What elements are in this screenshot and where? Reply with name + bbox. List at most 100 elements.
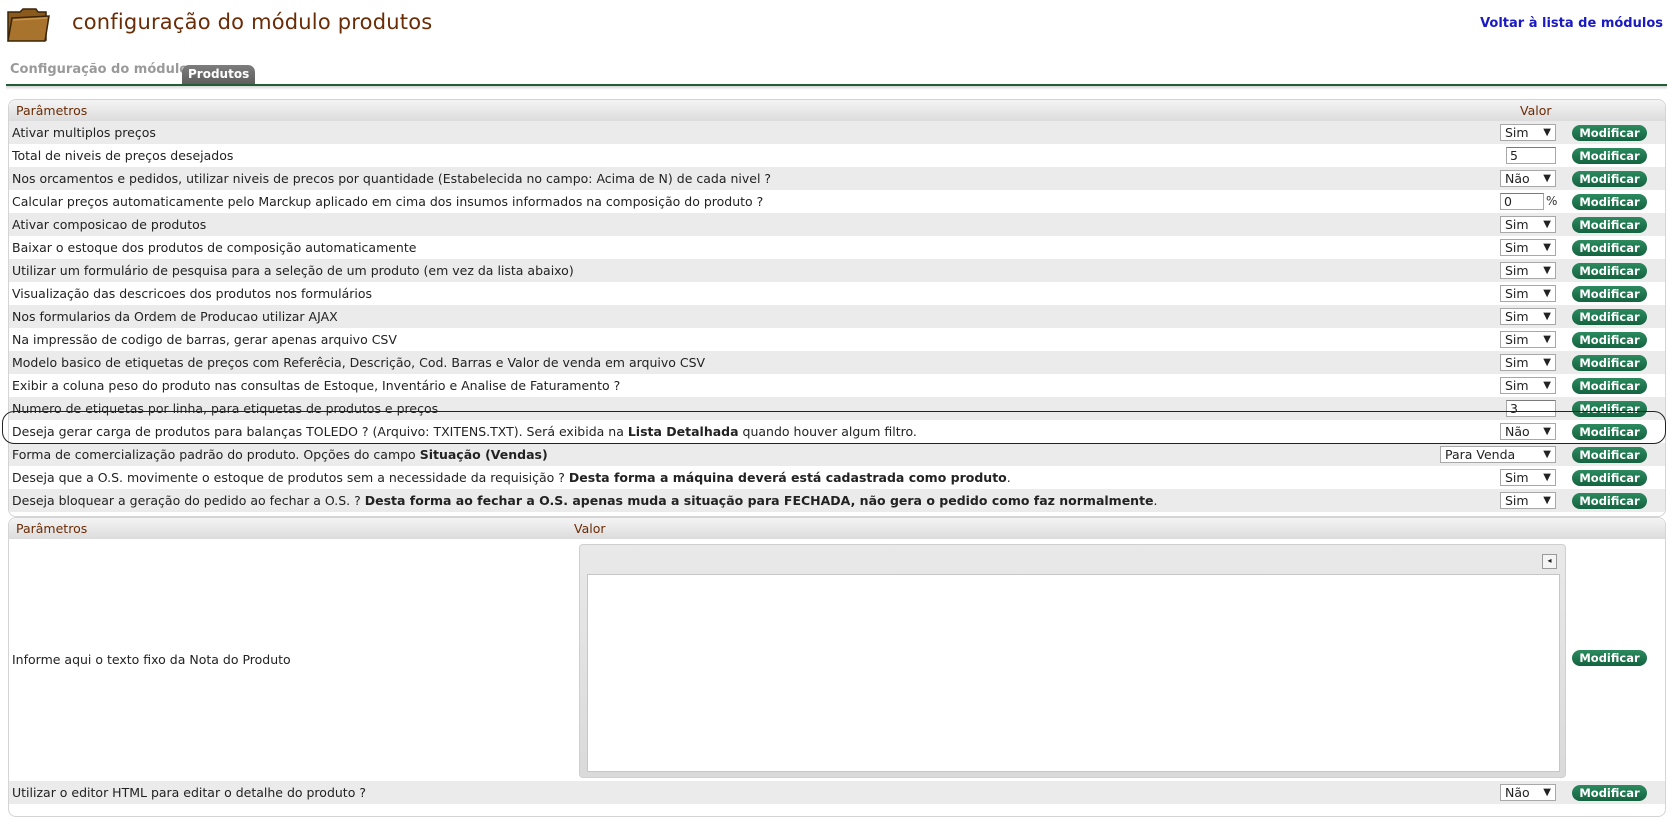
- row-label: Informe aqui o texto fixo da Nota do Pro…: [12, 652, 291, 667]
- table-row-nota-produto: Informe aqui o texto fixo da Nota do Pro…: [9, 539, 1665, 781]
- table-row: Baixar o estoque dos produtos de composi…: [9, 236, 1665, 259]
- column-header-parametros: Parâmetros: [16, 521, 88, 536]
- modify-button[interactable]: Modificar: [1572, 401, 1647, 417]
- row-label: Baixar o estoque dos produtos de composi…: [12, 240, 417, 255]
- page-title: configuração do módulo produtos: [72, 10, 433, 34]
- panel-footer: [9, 804, 1665, 816]
- value-input[interactable]: 3: [1506, 400, 1556, 417]
- value-select[interactable]: Sim ▼: [1500, 377, 1556, 394]
- row-label: Forma de comercialização padrão do produ…: [12, 447, 548, 462]
- table-row: Ativar multiplos preços Sim ▼ Modificar: [9, 121, 1665, 144]
- row-label: Deseja gerar carga de produtos para bala…: [12, 424, 917, 439]
- table-row: Deseja que a O.S. movimente o estoque de…: [9, 466, 1665, 489]
- modify-button[interactable]: Modificar: [1572, 332, 1647, 348]
- value-select[interactable]: Não ▼: [1500, 423, 1556, 440]
- chevron-down-icon: ▼: [1543, 219, 1551, 230]
- value-select[interactable]: Não ▼: [1500, 170, 1556, 187]
- table-row-editor-html: Utilizar o editor HTML para editar o det…: [9, 781, 1665, 804]
- table-row: Visualização das descricoes dos produtos…: [9, 282, 1665, 305]
- value-select[interactable]: Para Venda ▼: [1440, 446, 1556, 463]
- row-label: Nos orcamentos e pedidos, utilizar nivei…: [12, 171, 772, 186]
- row-label: Exibir a coluna peso do produto nas cons…: [12, 378, 621, 393]
- table-row: Nos formularios da Ordem de Producao uti…: [9, 305, 1665, 328]
- table-row: Modelo basico de etiquetas de preços com…: [9, 351, 1665, 374]
- row-label: Calcular preços automaticamente pelo Mar…: [12, 194, 764, 209]
- back-to-modules-link[interactable]: Voltar à lista de módulos: [1480, 16, 1663, 31]
- modify-button[interactable]: Modificar: [1572, 785, 1647, 801]
- table-row: Calcular preços automaticamente pelo Mar…: [9, 190, 1665, 213]
- modify-button[interactable]: Modificar: [1572, 447, 1647, 463]
- row-label: Visualização das descricoes dos produtos…: [12, 286, 372, 301]
- rich-text-editor: ◂: [579, 544, 1566, 778]
- parameters-panel-text: Parâmetros Valor Informe aqui o texto fi…: [8, 517, 1666, 817]
- value-select[interactable]: Sim ▼: [1500, 239, 1556, 256]
- row-label: Ativar multiplos preços: [12, 125, 156, 140]
- table-row: Exibir a coluna peso do produto nas cons…: [9, 374, 1665, 397]
- value-input[interactable]: 5: [1506, 147, 1556, 164]
- modify-button[interactable]: Modificar: [1572, 378, 1647, 394]
- editor-text-area[interactable]: [587, 574, 1560, 772]
- value-select[interactable]: Sim ▼: [1500, 354, 1556, 371]
- chevron-down-icon: ▼: [1543, 311, 1551, 322]
- table-row: Utilizar um formulário de pesquisa para …: [9, 259, 1665, 282]
- table-row: Numero de etiquetas por linha, para etiq…: [9, 397, 1665, 420]
- modify-button[interactable]: Modificar: [1572, 148, 1647, 164]
- modify-button[interactable]: Modificar: [1572, 309, 1647, 325]
- table-row: Forma de comercialização padrão do produ…: [9, 443, 1665, 466]
- value-select[interactable]: Não ▼: [1500, 784, 1556, 801]
- chevron-down-icon: ▼: [1543, 380, 1551, 391]
- row-label: Deseja que a O.S. movimente o estoque de…: [12, 470, 1011, 485]
- modify-button[interactable]: Modificar: [1572, 650, 1647, 666]
- row-label: Total de niveis de preços desejados: [12, 148, 234, 163]
- row-label: Nos formularios da Ordem de Producao uti…: [12, 309, 338, 324]
- value-input[interactable]: 0: [1500, 193, 1544, 210]
- modify-button[interactable]: Modificar: [1572, 240, 1647, 256]
- table-row: Nos orcamentos e pedidos, utilizar nivei…: [9, 167, 1665, 190]
- chevron-down-icon: ▼: [1543, 288, 1551, 299]
- value-select[interactable]: Sim ▼: [1500, 331, 1556, 348]
- value-select[interactable]: Sim ▼: [1500, 308, 1556, 325]
- column-header-parametros: Parâmetros: [16, 103, 88, 118]
- chevron-down-icon: ▼: [1543, 472, 1551, 483]
- panel-footer: [9, 512, 1665, 516]
- modify-button[interactable]: Modificar: [1572, 424, 1647, 440]
- chevron-down-icon: ▼: [1543, 242, 1551, 253]
- modify-button[interactable]: Modificar: [1572, 171, 1647, 187]
- table-row: Deseja gerar carga de produtos para bala…: [9, 420, 1665, 443]
- collapse-toolbar-icon[interactable]: ◂: [1542, 554, 1557, 569]
- chevron-down-icon: ▼: [1543, 265, 1551, 276]
- parameters-header-text: Parâmetros Valor: [9, 518, 1665, 539]
- value-select[interactable]: Sim ▼: [1500, 469, 1556, 486]
- modify-button[interactable]: Modificar: [1572, 194, 1647, 210]
- value-select[interactable]: Sim ▼: [1500, 124, 1556, 141]
- tab-produtos[interactable]: Produtos: [182, 65, 256, 84]
- chevron-down-icon: ▼: [1543, 357, 1551, 368]
- table-row: Ativar composicao de produtos Sim ▼ Modific…: [9, 213, 1665, 236]
- chevron-down-icon: ▼: [1543, 426, 1551, 437]
- value-select[interactable]: Sim ▼: [1500, 262, 1556, 279]
- row-label: Na impressão de codigo de barras, gerar …: [12, 332, 397, 347]
- value-select[interactable]: Sim ▼: [1500, 492, 1556, 509]
- modify-button[interactable]: Modificar: [1572, 286, 1647, 302]
- chevron-down-icon: ▼: [1543, 127, 1551, 138]
- row-label: Utilizar o editor HTML para editar o det…: [12, 785, 366, 800]
- chevron-down-icon: ▼: [1543, 173, 1551, 184]
- parameters-panel: Parâmetros Valor Ativar multiplos preços…: [8, 99, 1666, 517]
- table-row: Total de niveis de preços desejados 5 Modi…: [9, 144, 1665, 167]
- value-select[interactable]: Sim ▼: [1500, 285, 1556, 302]
- value-select[interactable]: Sim ▼: [1500, 216, 1556, 233]
- column-header-valor: Valor: [1520, 103, 1552, 118]
- modify-button[interactable]: Modificar: [1572, 217, 1647, 233]
- modify-button[interactable]: Modificar: [1572, 263, 1647, 279]
- parameters-header: Parâmetros Valor: [9, 100, 1665, 121]
- table-row: Na impressão de codigo de barras, gerar …: [9, 328, 1665, 351]
- modify-button[interactable]: Modificar: [1572, 355, 1647, 371]
- modify-button[interactable]: Modificar: [1572, 493, 1647, 509]
- row-label: Numero de etiquetas por linha, para etiq…: [12, 401, 439, 416]
- chevron-down-icon: ▼: [1543, 495, 1551, 506]
- tab-module-config[interactable]: Configuração do módulo: [10, 62, 188, 77]
- row-label: Utilizar um formulário de pesquisa para …: [12, 263, 574, 278]
- modify-button[interactable]: Modificar: [1572, 125, 1647, 141]
- row-label: Deseja bloquear a geração do pedido ao f…: [12, 493, 1158, 508]
- modify-button[interactable]: Modificar: [1572, 470, 1647, 486]
